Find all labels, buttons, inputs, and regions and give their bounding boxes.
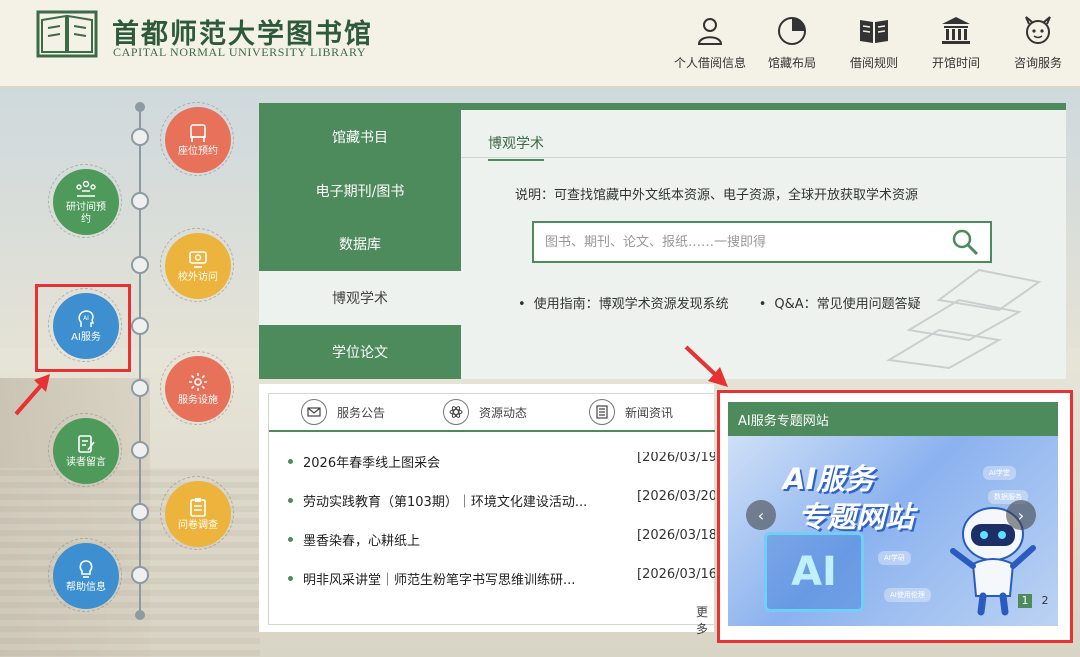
study-room-label: 研讨间预约	[66, 202, 106, 225]
side-timeline	[139, 106, 141, 614]
tab-label: 新闻资讯	[625, 405, 674, 420]
survey-button[interactable]: 问卷调查	[160, 476, 234, 550]
books-watermark-icon	[886, 268, 1042, 370]
nav-personal-borrowing[interactable]: 个人借阅信息	[665, 14, 755, 71]
news-date: [2026/03/19]	[637, 452, 715, 465]
news-date: [2026/03/16]	[637, 567, 715, 582]
tab-databases[interactable]: 数据库	[259, 218, 461, 272]
tab-label: 服务公告	[337, 405, 386, 420]
news-title[interactable]: 劳动实践教育（第103期）｜环境文化建设活动...	[303, 491, 613, 510]
study-room-reservation-button[interactable]: 研讨间预约	[48, 164, 122, 238]
service-facilities-label: 服务设施	[178, 395, 218, 406]
nav-borrowing-rules[interactable]: 借阅规则	[829, 14, 919, 71]
timeline-dot	[131, 503, 149, 521]
pie-chart-icon	[778, 17, 806, 45]
timeline-dot	[131, 128, 149, 146]
seat-reservation-label: 座位预约	[178, 146, 218, 157]
search-box	[532, 221, 992, 263]
nav-label: 馆藏布局	[767, 56, 816, 70]
person-icon	[697, 18, 723, 45]
lightbulb-icon	[79, 560, 93, 578]
list-item[interactable]: 墨香染春，心耕纸上 [2026/03/18]	[269, 528, 715, 569]
timeline-cap	[135, 102, 145, 112]
annotation-arrow-icon	[14, 374, 50, 416]
edit-note-icon	[78, 435, 95, 453]
qa-link[interactable]: Q&A：常见使用问题答疑	[759, 293, 920, 312]
off-campus-access-button[interactable]: 校外访问	[160, 228, 234, 302]
timeline-dot	[131, 317, 149, 335]
news-title[interactable]: 2026年春季线上图采会	[303, 452, 613, 471]
reader-message-label: 读者留言	[66, 457, 106, 468]
search-icon[interactable]	[950, 227, 980, 257]
tab-label: 资源动态	[479, 405, 528, 420]
site-header: 首都师范大学图书馆 CAPITAL NORMAL UNIVERSITY LIBR…	[0, 0, 1080, 88]
search-tabs: 馆藏书目 电子期刊/图书 数据库 博观学术 学位论文	[259, 110, 461, 379]
news-title[interactable]: 墨香染春，心耕纸上	[303, 530, 613, 549]
search-input[interactable]	[534, 224, 950, 260]
survey-label: 问卷调查	[178, 520, 218, 531]
search-panel: 馆藏书目 电子期刊/图书 数据库 博观学术 学位论文 博观学术 说明：可查找馆藏…	[259, 103, 1066, 379]
mascot-icon	[1025, 16, 1051, 44]
nav-consulting-service[interactable]: 咨询服务	[993, 14, 1080, 71]
reader-message-button[interactable]: 读者留言	[48, 413, 122, 487]
seat-icon	[190, 124, 206, 142]
newspaper-icon	[589, 399, 616, 425]
off-campus-label: 校外访问	[178, 272, 218, 283]
logo-subtitle: CAPITAL NORMAL UNIVERSITY LIBRARY	[113, 45, 367, 59]
nav-label: 个人借阅信息	[673, 56, 746, 70]
building-icon	[942, 17, 970, 44]
tab-ejournals[interactable]: 电子期刊/图书	[259, 164, 461, 218]
list-item[interactable]: 2026年春季线上图采会 [2026/03/19]	[269, 452, 715, 491]
annotation-arrow-icon	[684, 345, 728, 387]
news-date: [2026/03/20]	[637, 489, 715, 504]
news-panel: 服务公告 资源动态 新闻资讯 2026年春季线上图采会 [2026/03/19] …	[259, 384, 715, 636]
news-date: [2026/03/18]	[637, 528, 715, 543]
guide-link[interactable]: 使用指南：博观学术资源发现系统	[518, 293, 729, 312]
timeline-dot	[131, 256, 149, 274]
tab-service-notice[interactable]: 服务公告	[301, 394, 385, 430]
group-icon	[76, 180, 96, 197]
remote-access-icon	[189, 251, 207, 268]
highlight-box-ai-service	[35, 284, 131, 372]
nav-label: 咨询服务	[1013, 56, 1062, 70]
nav-collection-layout[interactable]: 馆藏布局	[747, 14, 837, 71]
tab-catalog[interactable]: 馆藏书目	[259, 110, 461, 164]
gear-icon	[189, 373, 207, 391]
news-title[interactable]: 明非风采讲堂｜师范生粉笔字书写思维训练研...	[303, 569, 613, 588]
nav-label: 开馆时间	[931, 56, 980, 70]
more-link[interactable]: 更多	[696, 603, 714, 637]
highlight-box-ai-site	[717, 390, 1073, 643]
help-info-button[interactable]: 帮助信息	[48, 538, 122, 612]
news-tabs: 服务公告 资源动态 新闻资讯	[269, 394, 715, 432]
timeline-dot	[131, 192, 149, 210]
news-list: 2026年春季线上图采会 [2026/03/19] 劳动实践教育（第103期）｜环…	[269, 452, 715, 594]
service-facilities-button[interactable]: 服务设施	[160, 351, 234, 425]
seat-reservation-button[interactable]: 座位预约	[160, 102, 234, 176]
timeline-dot	[131, 379, 149, 397]
clipboard-icon	[190, 498, 206, 517]
news-frame: 服务公告 资源动态 新闻资讯 2026年春季线上图采会 [2026/03/19] …	[268, 393, 715, 636]
library-logo-icon[interactable]	[36, 10, 98, 58]
list-item[interactable]: 劳动实践教育（第103期）｜环境文化建设活动... [2026/03/20]	[269, 489, 715, 530]
panel-divider	[461, 157, 1066, 158]
timeline-dot	[131, 566, 149, 584]
tab-resource-news[interactable]: 资源动态	[443, 394, 527, 430]
nav-label: 借阅规则	[849, 56, 898, 70]
timeline-dot	[131, 441, 149, 459]
tab-boguan-academic[interactable]: 博观学术	[259, 271, 461, 326]
atom-icon	[443, 399, 470, 425]
panel-description: 说明：可查找馆藏中外文纸本资源、电子资源，全球开放获取学术资源	[515, 188, 919, 203]
tab-news-info[interactable]: 新闻资讯	[589, 394, 673, 430]
help-info-label: 帮助信息	[66, 582, 106, 593]
panel-links: 使用指南：博观学术资源发现系统 Q&A：常见使用问题答疑	[518, 293, 921, 312]
list-item[interactable]: 明非风采讲堂｜师范生粉笔字书写思维训练研... [2026/03/16]	[269, 567, 715, 594]
nav-opening-hours[interactable]: 开馆时间	[911, 14, 1001, 71]
book-icon	[860, 20, 888, 43]
tab-dissertations[interactable]: 学位论文	[259, 325, 461, 379]
timeline-cap	[135, 610, 145, 620]
mail-icon	[301, 399, 327, 425]
